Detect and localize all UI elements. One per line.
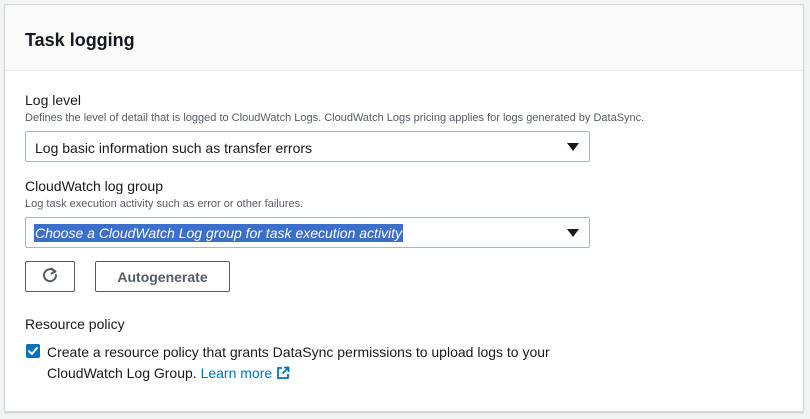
autogenerate-button[interactable]: Autogenerate — [95, 261, 230, 292]
log-group-label: CloudWatch log group — [25, 178, 164, 194]
learn-more-link[interactable]: Learn more — [201, 365, 290, 381]
resource-policy-line2: CloudWatch Log Group. — [47, 365, 197, 381]
refresh-button[interactable] — [25, 261, 75, 292]
log-level-select[interactable]: Log basic information such as transfer e… — [25, 131, 590, 162]
resource-policy-checkbox[interactable] — [26, 344, 40, 358]
refresh-icon — [41, 266, 59, 287]
panel-header: Task logging — [5, 5, 803, 71]
log-group-placeholder: Choose a CloudWatch Log group for task e… — [34, 224, 404, 242]
panel-title: Task logging — [25, 30, 135, 50]
log-level-description: Defines the level of detail that is logg… — [25, 112, 645, 124]
learn-more-label: Learn more — [200, 365, 273, 381]
caret-down-icon — [567, 143, 579, 151]
log-group-select[interactable]: Choose a CloudWatch Log group for task e… — [25, 217, 590, 248]
task-logging-panel: Task logging Log level Defines the level… — [4, 4, 804, 412]
log-level-label: Log level — [25, 92, 82, 108]
resource-policy-text: Create a resource policy that grants Dat… — [47, 342, 607, 384]
checkmark-icon — [28, 347, 38, 355]
log-group-description: Log task execution activity such as erro… — [25, 198, 304, 210]
caret-down-icon — [567, 229, 579, 237]
external-link-icon — [277, 366, 290, 379]
resource-policy-line1: Create a resource policy that grants Dat… — [47, 344, 550, 360]
log-level-selected-value: Log basic information such as transfer e… — [35, 140, 313, 156]
resource-policy-label: Resource policy — [25, 316, 125, 332]
